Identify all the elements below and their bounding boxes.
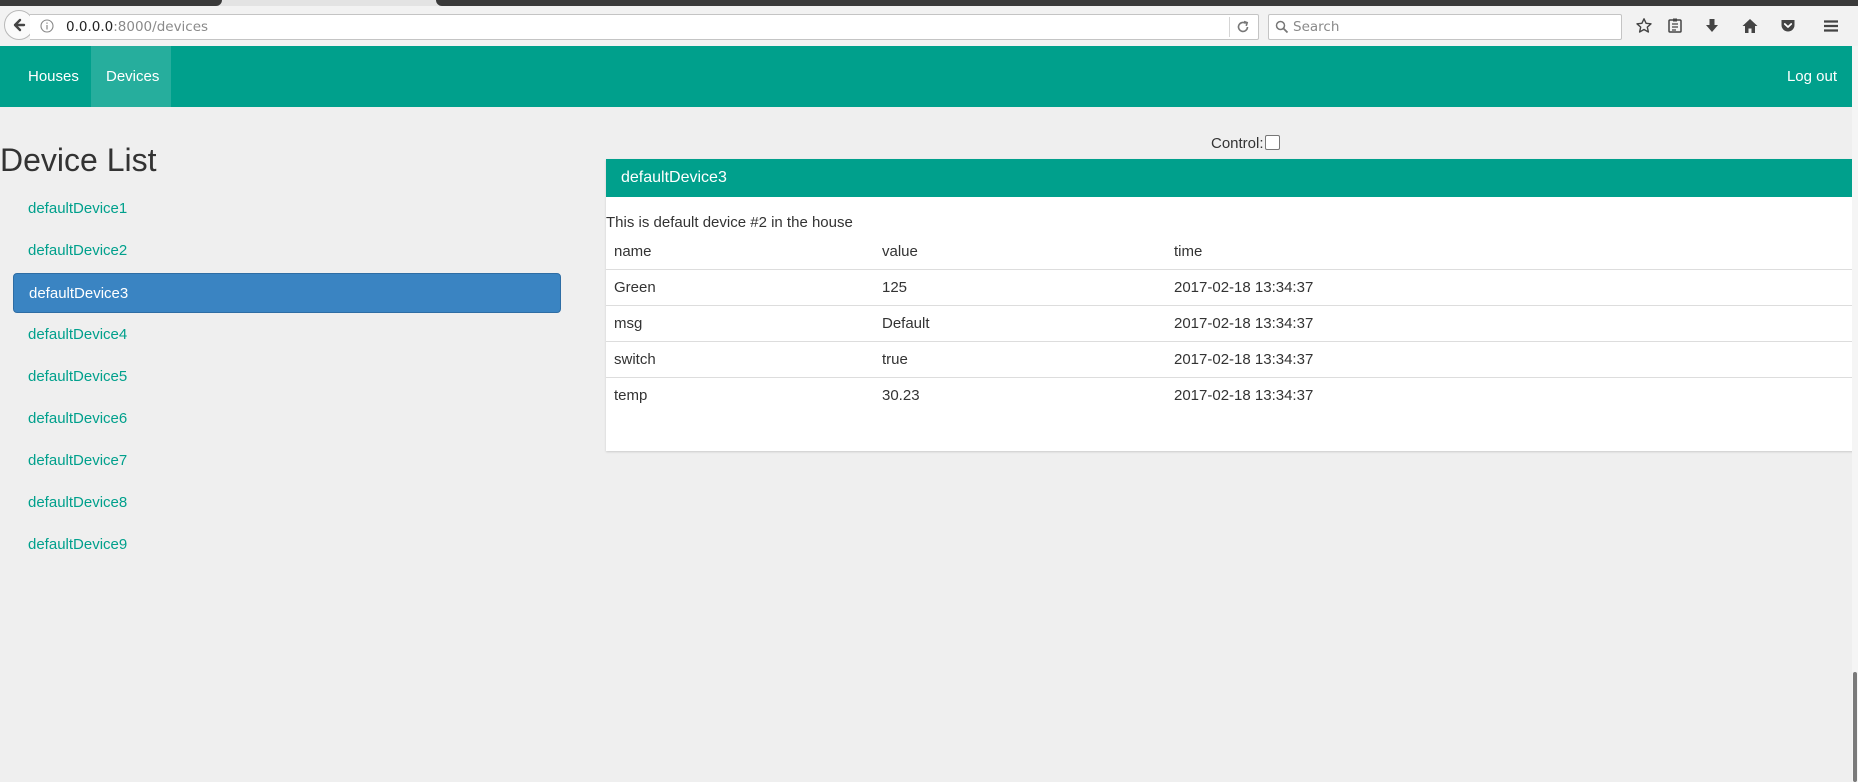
url-text[interactable]: 0.0.0.0:8000/devices [66,19,208,35]
search-input[interactable]: Search [1268,14,1622,40]
cell-name: Green [606,269,874,306]
cell-name: temp [614,386,648,404]
pocket-icon[interactable] [1777,15,1799,37]
table-row: Green 125 2017-02-18 13:34:37 [606,269,1858,306]
reading-list-icon[interactable] [1664,15,1686,37]
device-list-item[interactable]: defaultDevice2 [13,231,561,271]
table-header-row: name value time [606,234,1858,270]
app-navbar: Houses Devices Log out [0,46,1852,107]
page-title: Device List [0,142,157,178]
scrollbar-thumb[interactable] [1853,672,1857,782]
cell-time: 2017-02-18 13:34:37 [1166,305,1858,342]
cell-time: 2017-02-18 13:34:37 [1166,341,1858,378]
cell-value: Default [874,305,1166,342]
column-header-value: value [874,234,1166,270]
home-icon[interactable] [1739,15,1761,37]
device-list: defaultDevice1 defaultDevice2 defaultDev… [13,189,561,567]
device-panel-title: defaultDevice3 [606,159,1858,197]
column-header-time: time [1166,234,1858,270]
control-checkbox[interactable] [1264,135,1280,150]
device-list-item[interactable]: defaultDevice6 [13,399,561,439]
cell-time: 2017-02-18 13:34:37 [1174,386,1314,404]
device-list-item[interactable]: defaultDevice9 [13,525,561,565]
search-icon [1275,20,1289,34]
nav-devices[interactable]: Devices [91,46,171,107]
bookmark-star-icon[interactable] [1633,15,1655,37]
table-row: temp 30.23 2017-02-18 13:34:37 [606,377,1858,413]
device-list-item[interactable]: defaultDevice4 [13,315,561,355]
menu-icon[interactable] [1820,15,1842,37]
cell-value: true [874,341,1166,378]
device-list-item[interactable]: defaultDevice7 [13,441,561,481]
device-panel: defaultDevice3 This is default device #2… [606,159,1858,451]
browser-toolbar: 0.0.0.0:8000/devices Search [0,6,1858,47]
reload-icon[interactable] [1234,18,1252,36]
device-description: This is default device #2 in the house [606,214,853,231]
cell-time: 2017-02-18 13:34:37 [1166,269,1858,306]
table-row: msg Default 2017-02-18 13:34:37 [606,305,1858,342]
cell-name: switch [606,341,874,378]
device-list-item[interactable]: defaultDevice1 [13,189,561,229]
url-divider [1229,17,1230,37]
column-header-name: name [606,234,874,270]
cell-name: msg [606,305,874,342]
url-host: 0.0.0.0 [66,19,114,35]
download-icon[interactable] [1701,15,1723,37]
table-row: switch true 2017-02-18 13:34:37 [606,341,1858,378]
cell-value: 30.23 [882,386,920,404]
url-bar[interactable]: 0.0.0.0:8000/devices [30,14,1259,40]
arrow-left-icon [13,18,26,32]
device-list-item[interactable]: defaultDevice5 [13,357,561,397]
url-path: :8000/devices [113,19,209,35]
device-attributes-table: name value time Green 125 2017-02-18 13:… [606,234,1858,413]
search-placeholder: Search [1293,19,1340,35]
control-label: Control: [1211,135,1264,152]
device-list-item-selected[interactable]: defaultDevice3 [13,273,561,313]
logout-link[interactable]: Log out [1772,46,1852,107]
cell-value: 125 [874,269,1166,306]
info-icon[interactable] [40,19,54,33]
control-toggle: Control: [1211,135,1280,152]
nav-houses[interactable]: Houses [13,46,94,107]
device-list-item[interactable]: defaultDevice8 [13,483,561,523]
